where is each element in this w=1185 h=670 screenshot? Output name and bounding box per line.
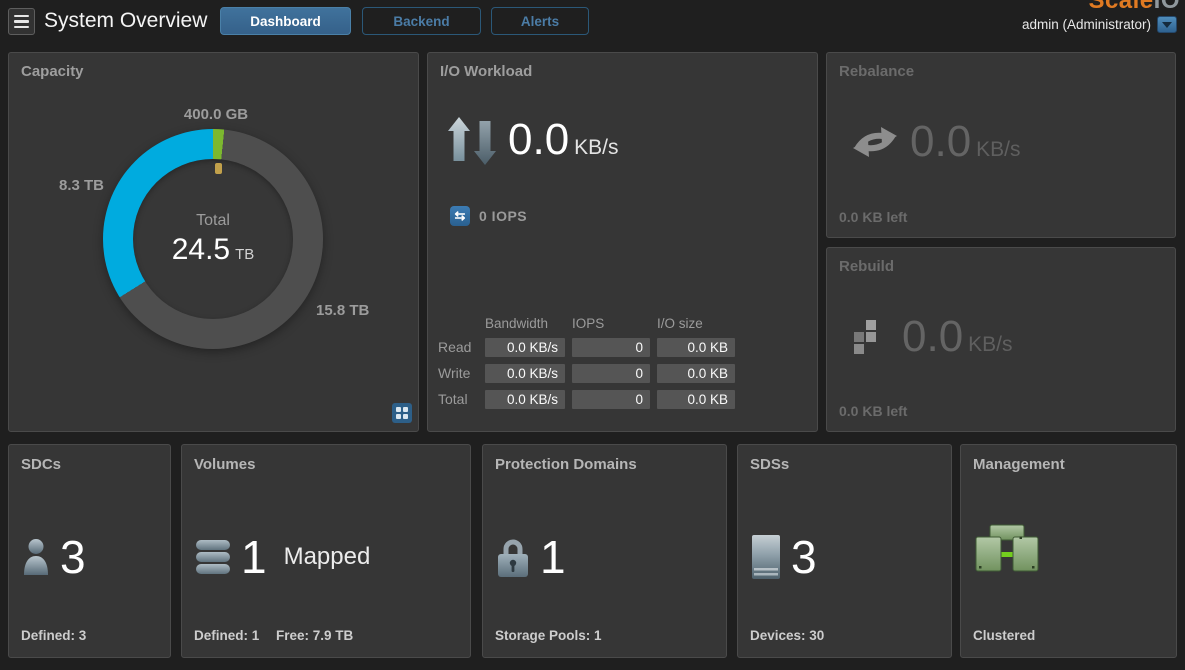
capacity-free-label: 15.8 TB	[316, 302, 369, 319]
person-icon	[23, 539, 49, 575]
volume-stack-icon	[196, 540, 230, 574]
tab-dashboard[interactable]: Dashboard	[220, 7, 351, 35]
volumes-count: 1	[241, 534, 267, 580]
capacity-total-value: 24.5	[172, 233, 230, 267]
rebalance-arrows-icon	[852, 122, 898, 162]
protection-domains-title: Protection Domains	[495, 456, 637, 473]
write-bandwidth-value: 0.0 KB/s	[485, 364, 565, 383]
rebalance-value: 0.0	[910, 117, 971, 167]
read-bandwidth-value: 0.0 KB/s	[485, 338, 565, 357]
rebuild-unit: KB/s	[968, 333, 1012, 357]
logo-io-text: IO	[1154, 0, 1180, 11]
panel-sdss: SDSs 3 Devices: 30	[737, 444, 952, 658]
io-stats-table: Bandwidth IOPS I/O size Read 0.0 KB/s 0 …	[438, 312, 735, 409]
col-iops: IOPS	[572, 316, 650, 331]
capacity-total-label: Total	[196, 212, 230, 230]
panel-rebalance: Rebalance 0.0 KB/s 0.0 KB left	[826, 52, 1176, 238]
total-iops-value: 0	[572, 390, 650, 409]
cluster-servers-icon	[975, 524, 1039, 574]
rebuild-title: Rebuild	[839, 258, 894, 275]
io-iops-text: 0 IOPS	[479, 208, 527, 224]
io-workload-title: I/O Workload	[440, 63, 532, 80]
user-label: admin (Administrator)	[1022, 17, 1151, 32]
volumes-defined-stat: Defined: 1	[194, 628, 259, 643]
read-io-size-value: 0.0 KB	[657, 338, 735, 357]
protection-domains-stat: Storage Pools: 1	[495, 628, 602, 643]
capacity-title: Capacity	[21, 63, 84, 80]
panel-capacity: Capacity 400.0 GB 8.3 TB 15.8 TB Total 2…	[8, 52, 419, 432]
sdcs-stat: Defined: 3	[21, 628, 86, 643]
panel-rebuild: Rebuild 0.0 KB/s 0.0 KB left	[826, 247, 1176, 432]
volumes-free-stat: Free: 7.9 TB	[276, 628, 353, 643]
rebuild-blocks-icon	[852, 318, 890, 356]
protection-domains-count: 1	[540, 534, 566, 580]
panel-volumes: Volumes 1 Mapped Defined: 1 Free: 7.9 TB	[181, 444, 471, 658]
row-label-write: Write	[438, 364, 478, 383]
capacity-total-unit: TB	[235, 246, 254, 263]
io-bandwidth-value: 0.0	[508, 115, 569, 165]
sdcs-count: 3	[60, 534, 86, 580]
iops-swap-arrows-icon: ⇆	[450, 206, 470, 226]
scaleio-logo: ScaleIO	[1088, 0, 1180, 11]
sdss-stat: Devices: 30	[750, 628, 824, 643]
volumes-mapped-label: Mapped	[284, 543, 371, 571]
sdss-title: SDSs	[750, 456, 789, 473]
rebuild-value: 0.0	[902, 312, 963, 362]
write-iops-value: 0	[572, 364, 650, 383]
panel-management: Management Clustered	[960, 444, 1177, 658]
row-label-total: Total	[438, 390, 478, 409]
management-stat: Clustered	[973, 628, 1035, 643]
total-bandwidth-value: 0.0 KB/s	[485, 390, 565, 409]
hamburger-menu-icon[interactable]	[8, 8, 35, 35]
row-label-read: Read	[438, 338, 478, 357]
disk-server-icon	[752, 535, 780, 579]
top-bar: System Overview Dashboard Backend Alerts…	[0, 0, 1185, 46]
lock-icon	[497, 536, 529, 578]
total-io-size-value: 0.0 KB	[657, 390, 735, 409]
volumes-title: Volumes	[194, 456, 255, 473]
page-title: System Overview	[44, 9, 207, 33]
user-menu-dropdown[interactable]	[1157, 16, 1177, 33]
logo-scale-text: Scale	[1088, 0, 1153, 11]
chevron-down-icon	[1162, 22, 1172, 28]
capacity-donut-ring: Total 24.5 TB	[103, 129, 323, 349]
panel-sdcs: SDCs 3 Defined: 3	[8, 444, 171, 658]
col-io-size: I/O size	[657, 316, 735, 331]
read-iops-value: 0	[572, 338, 650, 357]
write-io-size-value: 0.0 KB	[657, 364, 735, 383]
rebalance-unit: KB/s	[976, 138, 1020, 162]
management-title: Management	[973, 456, 1065, 473]
capacity-detail-grid-icon[interactable]	[392, 403, 412, 423]
sdcs-title: SDCs	[21, 456, 61, 473]
rebalance-remaining: 0.0 KB left	[839, 209, 907, 225]
scaleio-dashboard: System Overview Dashboard Backend Alerts…	[0, 0, 1185, 670]
capacity-used-label: 8.3 TB	[24, 177, 104, 194]
panel-protection-domains: Protection Domains 1 Storage Pools: 1	[482, 444, 727, 658]
col-bandwidth: Bandwidth	[485, 316, 565, 331]
updown-arrows-icon	[448, 115, 496, 165]
panel-io-workload: I/O Workload 0.0 KB/s ⇆	[427, 52, 818, 432]
sdss-count: 3	[791, 534, 817, 580]
tab-backend[interactable]: Backend	[362, 7, 481, 35]
rebuild-remaining: 0.0 KB left	[839, 403, 907, 419]
capacity-donut-center: Total 24.5 TB	[133, 159, 293, 319]
capacity-spare-label: 400.0 GB	[156, 106, 276, 123]
io-bandwidth-unit: KB/s	[574, 136, 618, 160]
capacity-donut-marker	[215, 163, 222, 174]
rebalance-title: Rebalance	[839, 63, 914, 80]
tab-alerts[interactable]: Alerts	[491, 7, 589, 35]
